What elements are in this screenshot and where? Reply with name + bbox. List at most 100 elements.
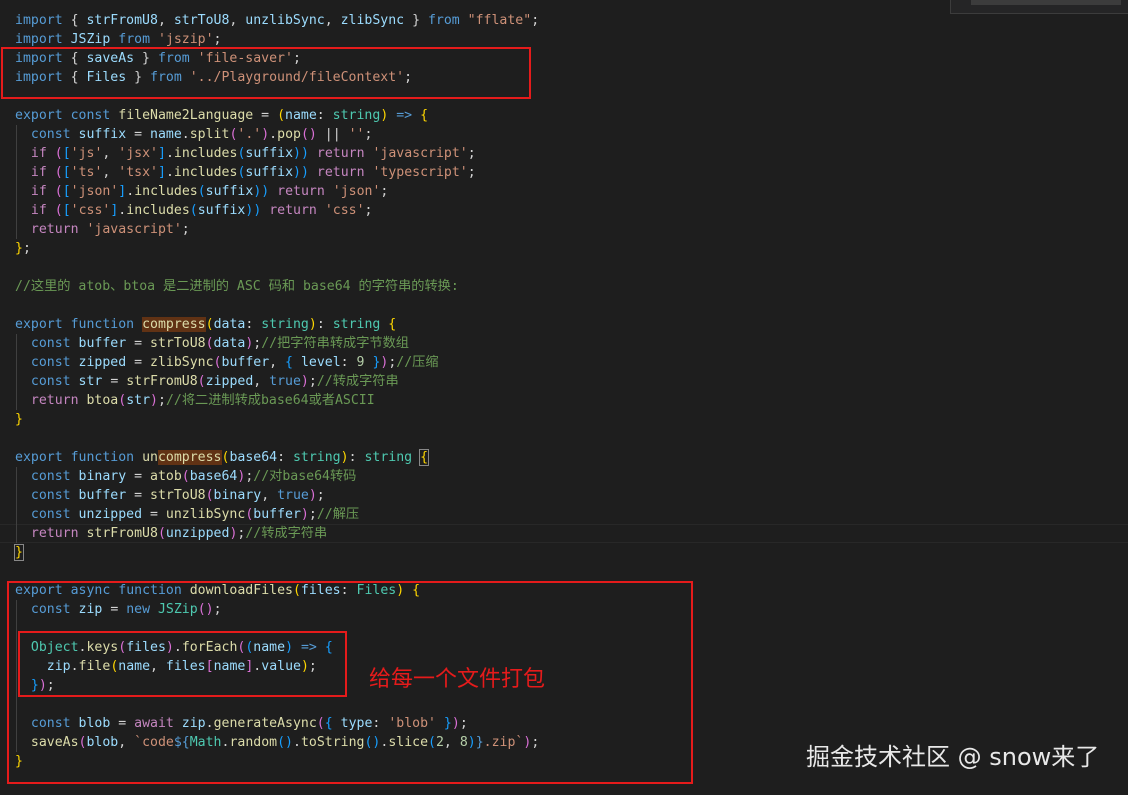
code-token: unzipped bbox=[78, 507, 143, 522]
code-line[interactable]: export function compress(data: string): … bbox=[15, 315, 396, 334]
code-token: compress bbox=[157, 450, 222, 465]
code-token: : bbox=[316, 108, 333, 123]
code-token: export bbox=[15, 450, 63, 465]
find-input[interactable] bbox=[971, 0, 1121, 5]
code-line[interactable]: const zipped = zlibSync(buffer, { level:… bbox=[15, 353, 439, 372]
code-token: export bbox=[15, 317, 63, 332]
code-token: string bbox=[332, 317, 381, 332]
code-token: atob bbox=[150, 469, 182, 484]
code-token: name bbox=[285, 108, 317, 123]
code-token: ( bbox=[213, 355, 222, 370]
code-token: includes bbox=[126, 203, 190, 218]
code-line[interactable]: export function uncompress(base64: strin… bbox=[15, 448, 430, 467]
code-line[interactable]: return 'javascript'; bbox=[15, 220, 190, 239]
code-token: ; bbox=[531, 13, 540, 28]
code-line[interactable]: const binary = atob(base64);//对base64转码 bbox=[15, 467, 356, 486]
code-line[interactable]: if (['ts', 'tsx'].includes(suffix)) retu… bbox=[15, 163, 476, 182]
code-line[interactable]: const str = strFromU8(zipped, true);//转成… bbox=[15, 372, 399, 391]
code-line[interactable]: }; bbox=[15, 239, 31, 258]
code-token: ( bbox=[277, 108, 286, 123]
code-token: buffer bbox=[78, 336, 127, 351]
code-line[interactable]: if (['json'].includes(suffix)) return 'j… bbox=[15, 182, 388, 201]
code-token: ; bbox=[22, 241, 31, 256]
code-token: string bbox=[364, 450, 413, 465]
code-token: { bbox=[419, 449, 430, 466]
code-token: : bbox=[348, 450, 365, 465]
code-token: includes bbox=[134, 184, 198, 199]
code-token: compress bbox=[142, 317, 206, 332]
code-token: base64 bbox=[229, 450, 278, 465]
code-token: if bbox=[30, 203, 47, 218]
code-token: : bbox=[277, 450, 293, 465]
code-token: [ bbox=[62, 146, 71, 161]
find-widget[interactable] bbox=[950, 0, 1128, 14]
code-token: )) bbox=[293, 146, 309, 161]
code-line[interactable]: } bbox=[15, 410, 23, 429]
code-token: . bbox=[269, 127, 278, 142]
code-token: => bbox=[396, 108, 413, 123]
code-token: , bbox=[229, 13, 246, 28]
code-token: ) bbox=[261, 127, 270, 142]
code-token: btoa bbox=[86, 393, 119, 408]
highlight-box-foreach bbox=[18, 631, 347, 697]
code-token: 'ts' bbox=[70, 165, 103, 180]
code-token: return bbox=[316, 146, 365, 161]
code-token: 'json' bbox=[70, 184, 119, 199]
code-line[interactable]: if (['css'].includes(suffix)) return 'cs… bbox=[15, 201, 373, 220]
code-token: = bbox=[126, 469, 151, 484]
code-token: 'jsx' bbox=[118, 146, 158, 161]
code-token: , bbox=[269, 355, 286, 370]
code-token: name bbox=[150, 127, 182, 142]
code-token: level bbox=[300, 355, 341, 370]
code-line[interactable]: export const fileName2Language = (name: … bbox=[15, 106, 428, 125]
code-token: [ bbox=[62, 184, 71, 199]
code-token: = bbox=[253, 108, 278, 123]
code-token: return bbox=[30, 526, 79, 541]
code-token: suffix bbox=[245, 146, 294, 161]
code-line[interactable]: return strFromU8(unzipped);//转成字符串 bbox=[15, 524, 327, 543]
code-token: suffix bbox=[205, 184, 254, 199]
watermark: 掘金技术社区 @ snow来了 bbox=[806, 743, 1100, 771]
code-token: suffix bbox=[78, 127, 127, 142]
code-token: 'javascript' bbox=[86, 222, 182, 237]
code-token: str bbox=[78, 374, 103, 389]
code-token: { bbox=[420, 108, 429, 123]
code-token: ( bbox=[205, 488, 214, 503]
code-token: )) bbox=[253, 184, 270, 199]
code-line[interactable]: const buffer = strToU8(data);//把字符串转成字节数… bbox=[15, 334, 409, 353]
code-line[interactable]: } bbox=[14, 543, 24, 562]
code-token: [ bbox=[62, 203, 71, 218]
code-token: return bbox=[269, 203, 317, 218]
code-token: includes bbox=[173, 165, 238, 180]
code-line[interactable]: return btoa(str);//将二进制转成base64或者ASCII bbox=[15, 391, 375, 410]
code-token: 'tsx' bbox=[118, 165, 158, 180]
code-line[interactable]: const buffer = strToU8(binary, true); bbox=[15, 486, 325, 505]
code-token: from bbox=[118, 32, 151, 47]
code-token: return bbox=[316, 165, 365, 180]
code-line[interactable]: //这里的 atob、btoa 是二进制的 ASC 码和 base64 的字符串… bbox=[15, 277, 459, 296]
code-token: strFromU8 bbox=[86, 13, 158, 28]
code-line[interactable]: const suffix = name.split('.').pop() || … bbox=[15, 125, 373, 144]
code-line[interactable]: if (['js', 'jsx'].includes(suffix)) retu… bbox=[15, 144, 476, 163]
code-token: ) bbox=[300, 374, 309, 389]
code-line[interactable]: const unzipped = unzlibSync(buffer);//解压 bbox=[15, 505, 359, 524]
code-token: : bbox=[245, 317, 262, 332]
code-line[interactable]: import { strFromU8, strToU8, unzlibSync,… bbox=[15, 11, 539, 30]
code-token: //压缩 bbox=[396, 355, 439, 370]
code-token: ( bbox=[197, 184, 206, 199]
